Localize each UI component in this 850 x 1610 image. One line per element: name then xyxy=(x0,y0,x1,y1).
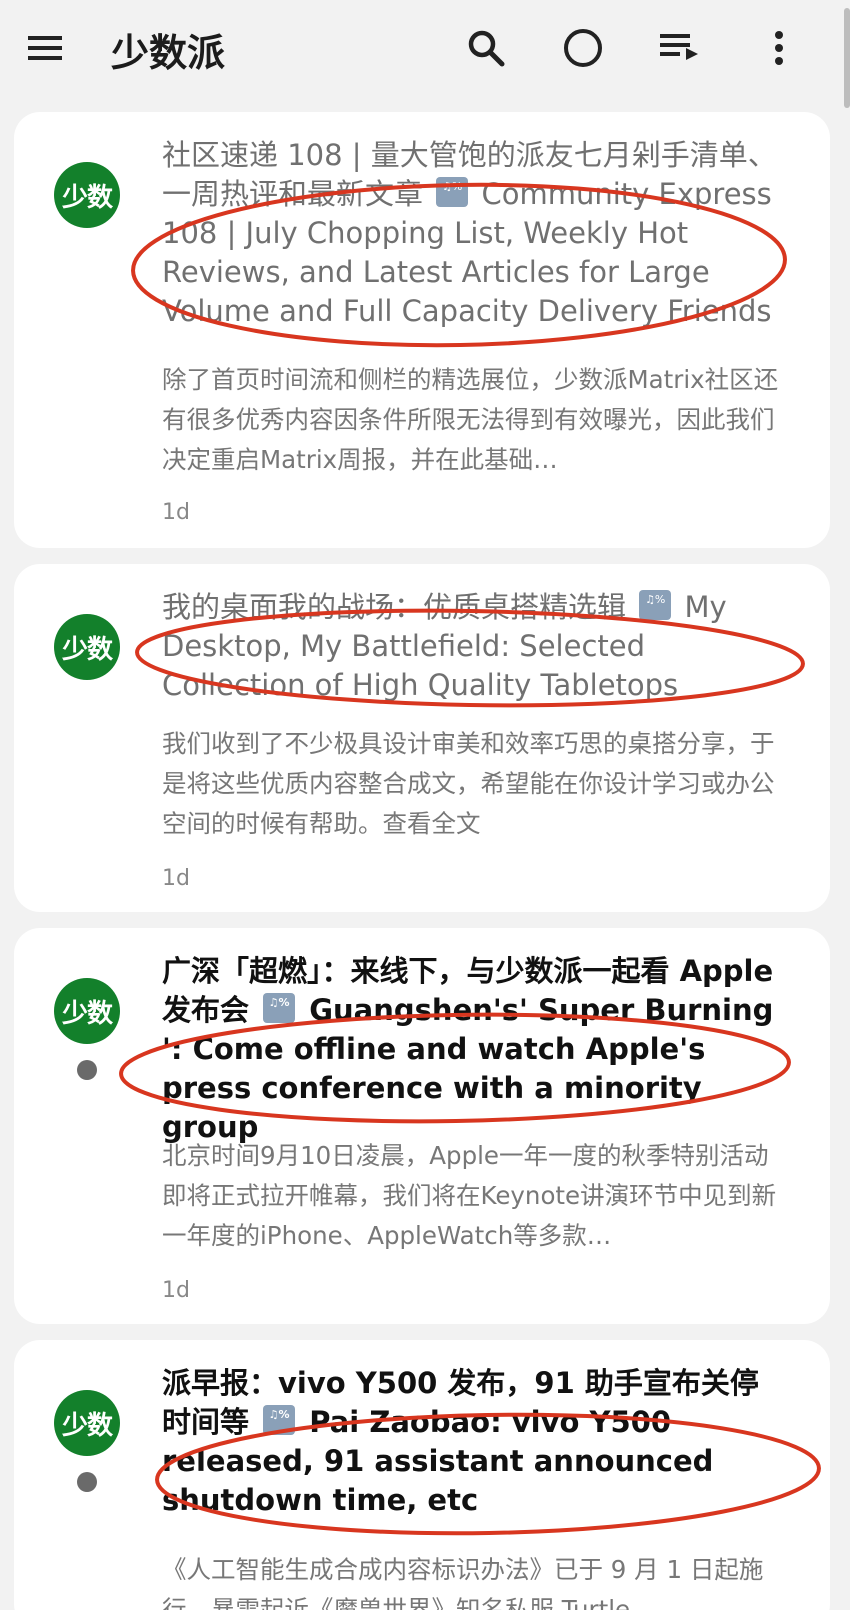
item-title: 广深「超燃」：来线下，与少数派一起看 Apple 发布会 Guangshen's… xyxy=(162,952,787,1147)
item-snippet: 除了首页时间流和侧栏的精选展位，少数派Matrix社区还有很多优秀内容因条件所限… xyxy=(162,365,779,474)
feed-item[interactable]: 少数 社区速递 108 | 量大管饱的派友七月剁手清单、一周热评和最新文章 Co… xyxy=(14,112,830,548)
item-time: 1d xyxy=(162,1278,190,1303)
more-vert-icon[interactable] xyxy=(755,24,803,72)
scrollbar[interactable] xyxy=(844,8,850,108)
item-title: 我的桌面我的战场：优质桌搭精选辑 My Desktop, My Battlefi… xyxy=(162,588,787,705)
item-title: 派早报：vivo Y500 发布，91 助手宣布关停时间等 Pai Zaobao… xyxy=(162,1364,787,1520)
avatar: 少数 xyxy=(54,162,120,228)
app-title: 少数派 xyxy=(111,31,226,75)
item-time: 1d xyxy=(162,866,190,891)
translate-icon xyxy=(263,1405,296,1435)
feed-item[interactable]: 少数 派早报：vivo Y500 发布，91 助手宣布关停时间等 Pai Zao… xyxy=(14,1340,830,1610)
search-icon[interactable] xyxy=(462,24,510,72)
item-snippet: 我们收到了不少极具设计审美和效率巧思的桌搭分享，于是将这些优质内容整合成文，希望… xyxy=(162,729,775,838)
unread-indicator xyxy=(77,1060,97,1080)
feed-item[interactable]: 少数 我的桌面我的战场：优质桌搭精选辑 My Desktop, My Battl… xyxy=(14,564,830,912)
avatar: 少数 xyxy=(54,978,120,1044)
item-time: 1d xyxy=(162,500,190,525)
feed-item[interactable]: 少数 广深「超燃」：来线下，与少数派一起看 Apple 发布会 Guangshe… xyxy=(14,928,830,1324)
avatar: 少数 xyxy=(54,1390,120,1456)
menu-icon[interactable] xyxy=(24,28,70,68)
translate-icon xyxy=(263,993,296,1023)
app-bar: 少数派 xyxy=(0,0,850,108)
sort-list-icon[interactable] xyxy=(656,24,704,72)
translate-icon xyxy=(639,590,672,620)
translate-icon xyxy=(436,177,469,207)
item-snippet: 北京时间9月10日凌晨，Apple一年一度的秋季特别活动即将正式拉开帷幕，我们将… xyxy=(162,1141,777,1250)
item-snippet: 《人工智能生成合成内容标识办法》已于 9 月 1 日起施行，暴雪起诉《魔兽世界》… xyxy=(162,1555,764,1610)
unread-indicator xyxy=(77,1472,97,1492)
item-title: 社区速递 108 | 量大管饱的派友七月剁手清单、一周热评和最新文章 Commu… xyxy=(162,136,787,331)
avatar: 少数 xyxy=(54,614,120,680)
circle-icon[interactable] xyxy=(559,24,607,72)
